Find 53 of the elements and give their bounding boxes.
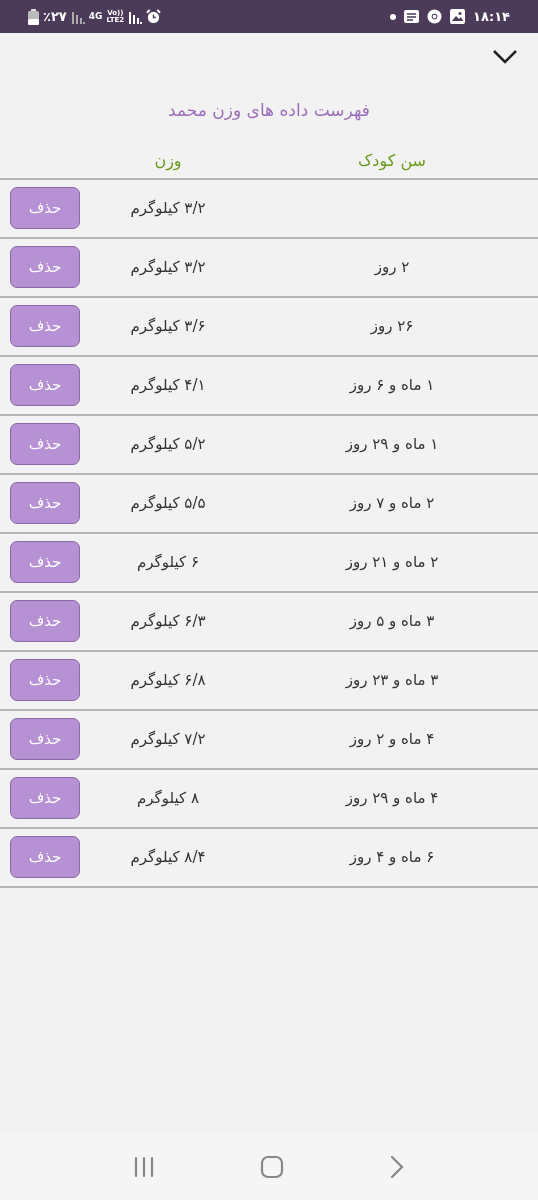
collapse-chevron-icon[interactable] xyxy=(492,49,518,65)
weight-cell-text: ۳/۲ کیلوگرم xyxy=(129,197,207,219)
delete-button[interactable]: حذف xyxy=(10,305,80,347)
alarm-icon xyxy=(146,9,162,24)
delete-button[interactable]: حذف xyxy=(10,659,80,701)
weight-cell-text: ۶/۸ کیلوگرم xyxy=(129,669,207,691)
weight-column-header: وزن xyxy=(153,149,183,173)
network-label: 4G xyxy=(88,12,103,21)
back-chevron-icon[interactable] xyxy=(389,1155,406,1179)
age-column-header: سن کودک xyxy=(357,149,427,173)
age-cell-text: ۲ روز xyxy=(373,256,411,278)
weight-cell-text: ۳/۲ کیلوگرم xyxy=(129,256,207,278)
age-cell-text: ۴ ماه و ۲۹ روز xyxy=(344,787,440,809)
age-cell-text: ۱ ماه و ۶ روز xyxy=(348,374,436,396)
dot-icon xyxy=(390,13,397,20)
delete-button[interactable]: حذف xyxy=(10,246,80,288)
delete-button[interactable]: حذف xyxy=(10,482,80,524)
home-icon[interactable] xyxy=(260,1155,284,1179)
weight-cell-text: ۶ کیلوگرم xyxy=(136,551,200,573)
age-cell-text: ۲۶ روز xyxy=(369,315,415,337)
weight-cell-text: ۸ کیلوگرم xyxy=(136,787,200,809)
delete-button[interactable]: حذف xyxy=(10,423,80,465)
signal-icon xyxy=(70,9,85,24)
age-cell-text: ۶ ماه و ۴ روز xyxy=(348,846,436,868)
battery-icon xyxy=(28,8,39,25)
battery-percent: ٪۲۷ xyxy=(43,7,67,26)
delete-button[interactable]: حذف xyxy=(10,836,80,878)
message-icon xyxy=(404,10,420,23)
weight-cell-text: ۷/۲ کیلوگرم xyxy=(129,728,207,750)
age-cell-text: ۲ ماه و ۲۱ روز xyxy=(344,551,440,573)
age-cell-text: ۱ ماه و ۲۹ روز xyxy=(344,433,440,455)
delete-button[interactable]: حذف xyxy=(10,718,80,760)
recent-apps-icon[interactable] xyxy=(132,1156,155,1178)
age-cell-text: ۴ ماه و ۲ روز xyxy=(348,728,436,750)
delete-button[interactable]: حذف xyxy=(10,600,80,642)
age-cell-text: ۲ ماه و ۷ روز xyxy=(348,492,436,514)
weight-cell-text: ۴/۱ کیلوگرم xyxy=(129,374,207,396)
delete-button[interactable]: حذف xyxy=(10,364,80,406)
image-icon xyxy=(450,9,466,24)
weight-cell-text: ۳/۶ کیلوگرم xyxy=(129,315,207,337)
clock-time: ۱۸:۱۴ xyxy=(473,7,510,26)
delete-button[interactable]: حذف xyxy=(10,541,80,583)
weight-cell-text: ۸/۴ کیلوگرم xyxy=(129,846,207,868)
page-title: فهرست داده های وزن محمد xyxy=(168,99,370,123)
age-cell-text: ۳ ماه و ۲۳ روز xyxy=(344,669,440,691)
weight-cell-text: ۵/۵ کیلوگرم xyxy=(129,492,207,514)
age-cell-text: ۳ ماه و ۵ روز xyxy=(348,610,436,632)
weight-cell-text: ۵/۲ کیلوگرم xyxy=(129,433,207,455)
weight-cell-text: ۶/۳ کیلوگرم xyxy=(129,610,207,632)
browser-icon xyxy=(427,9,443,24)
signal-icon xyxy=(128,9,143,24)
delete-button[interactable]: حذف xyxy=(10,777,80,819)
delete-button[interactable]: حذف xyxy=(10,187,80,229)
